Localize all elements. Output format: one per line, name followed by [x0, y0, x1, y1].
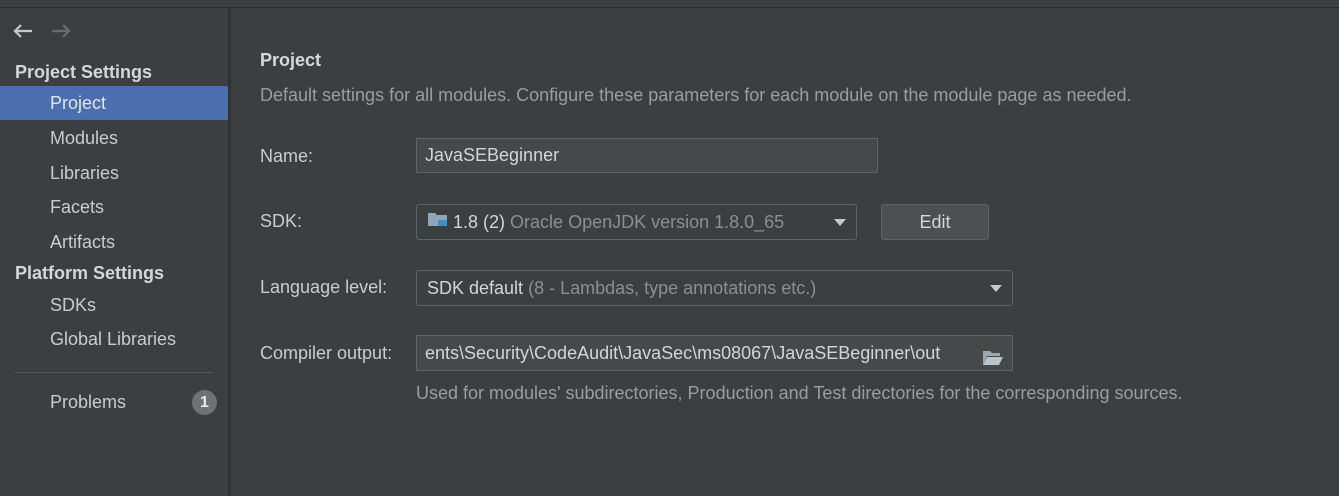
jdk-folder-icon: [427, 205, 449, 239]
sdk-value: 1.8 (2): [453, 212, 506, 232]
edit-sdk-button[interactable]: Edit: [881, 204, 989, 240]
sidebar-item-global-libraries[interactable]: Global Libraries: [0, 322, 228, 356]
forward-arrow-icon[interactable]: [48, 21, 74, 41]
chevron-down-icon: [990, 285, 1002, 292]
project-settings-panel: Project Default settings for all modules…: [231, 8, 1339, 496]
back-arrow-icon[interactable]: [10, 21, 36, 41]
chevron-down-icon: [834, 219, 846, 226]
window-top-border: [0, 0, 1339, 8]
problems-count-badge: 1: [192, 390, 217, 415]
project-settings-heading: Project Settings: [15, 62, 153, 82]
name-label: Name:: [260, 146, 314, 166]
compiler-output-field[interactable]: ents\Security\CodeAudit\JavaSec\ms08067\…: [416, 335, 1013, 371]
page-title: Project: [260, 50, 322, 70]
sidebar-item-libraries[interactable]: Libraries: [0, 156, 228, 190]
compiler-output-path: ents\Security\CodeAudit\JavaSec\ms08067\…: [425, 343, 941, 363]
compiler-output-hint: Used for modules' subdirectories, Produc…: [416, 383, 1183, 403]
settings-sidebar: Project Settings Project Modules Librari…: [0, 8, 231, 496]
sidebar-item-project[interactable]: Project: [0, 86, 228, 120]
page-description: Default settings for all modules. Config…: [260, 85, 1132, 105]
project-name-input[interactable]: [416, 138, 878, 173]
sidebar-item-modules[interactable]: Modules: [0, 121, 228, 155]
sidebar-item-problems[interactable]: Problems 1: [0, 385, 228, 419]
sidebar-item-sdks[interactable]: SDKs: [0, 288, 228, 322]
language-level-value: SDK default: [427, 278, 524, 298]
language-level-detail: (8 - Lambdas, type annotations etc.): [528, 278, 817, 298]
folder-open-icon[interactable]: [982, 344, 1004, 365]
problems-label: Problems: [50, 392, 127, 412]
language-level-label: Language level:: [260, 277, 388, 297]
compiler-output-label: Compiler output:: [260, 343, 393, 363]
platform-settings-heading: Platform Settings: [15, 263, 165, 283]
sdk-detail: Oracle OpenJDK version 1.8.0_65: [510, 212, 785, 232]
sidebar-divider: [15, 372, 213, 373]
sidebar-item-artifacts[interactable]: Artifacts: [0, 225, 228, 259]
sdk-label: SDK:: [260, 211, 303, 231]
navigation-arrows: [10, 20, 74, 42]
sdk-dropdown[interactable]: 1.8 (2) Oracle OpenJDK version 1.8.0_65: [416, 204, 857, 240]
sidebar-item-facets[interactable]: Facets: [0, 190, 228, 224]
language-level-dropdown[interactable]: SDK default (8 - Lambdas, type annotatio…: [416, 270, 1013, 306]
